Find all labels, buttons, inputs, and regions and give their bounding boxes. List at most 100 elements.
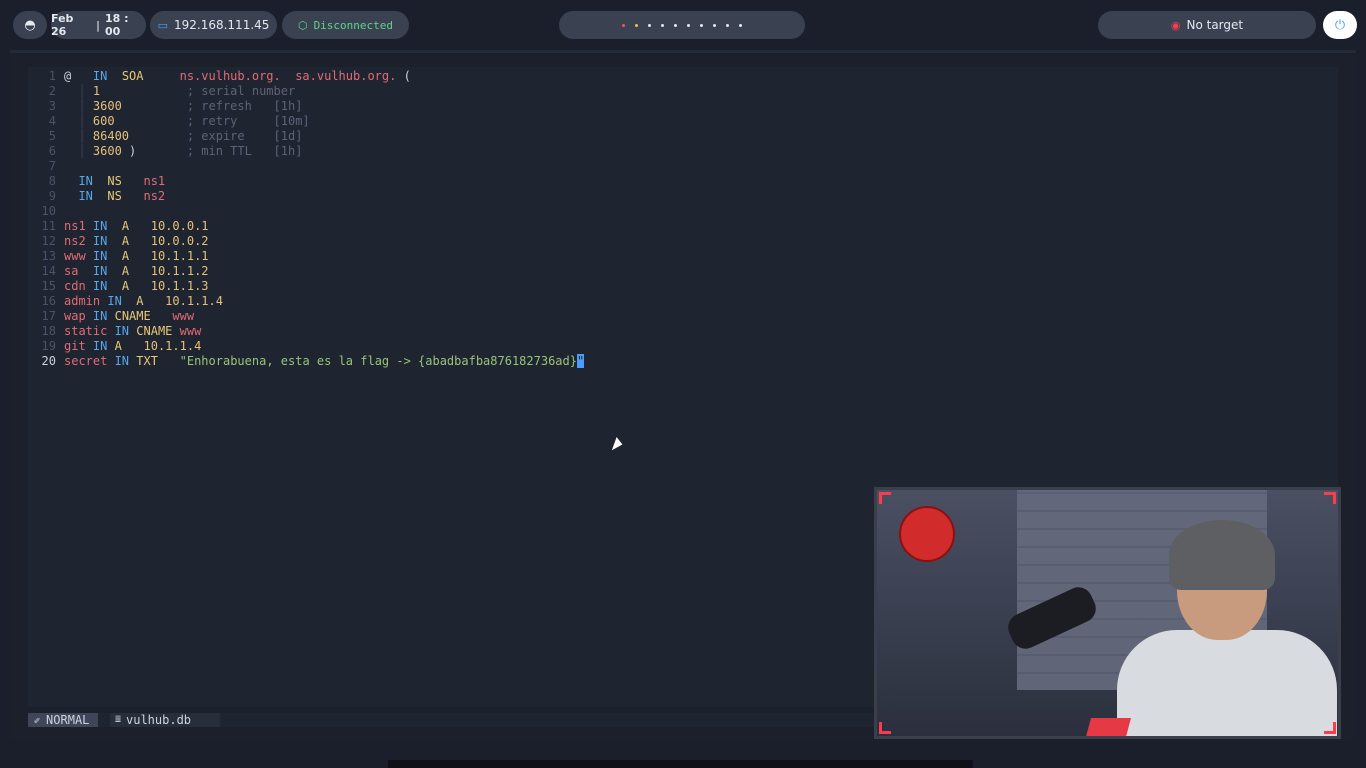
code-token: A (114, 339, 144, 353)
code-token: SOA (121, 69, 180, 83)
code-token: 10.1.1.3 (150, 279, 209, 293)
ip-widget[interactable]: ▭ 192.168.111.45 (150, 11, 277, 39)
code-token: secret (64, 354, 115, 368)
code-token: wap (64, 309, 93, 323)
power-icon: ⏻ (1334, 17, 1346, 33)
workspace-dot[interactable] (713, 23, 716, 27)
code-token: IN (92, 264, 122, 278)
code-token: │ (64, 99, 93, 113)
frame-corner (1324, 722, 1336, 734)
code-token: 600 (92, 114, 187, 128)
code-token: ; min TTL [1h] (186, 144, 303, 158)
code-line[interactable]: 8 IN NS ns1 (28, 174, 1338, 189)
code-token: A (121, 264, 151, 278)
brand-logo-icon (1082, 718, 1132, 736)
code-line[interactable]: 3 │ 3600 ; refresh [1h] (28, 99, 1338, 114)
code-token: IN (92, 249, 122, 263)
top-bar: ◓ Feb 26 | 18 : 00 ▭ 192.168.111.45 ⬡ Di… (0, 0, 1366, 50)
code-token: www (179, 324, 202, 338)
code-token: IN (78, 174, 108, 188)
workspace-dot[interactable] (700, 23, 703, 27)
code-token: A (121, 234, 151, 248)
ip-address: 192.168.111.45 (173, 18, 270, 32)
code-token: 10.1.1.2 (150, 264, 209, 278)
vim-icon: ✐ (34, 716, 47, 727)
line-number: 18 (41, 324, 56, 338)
code-line[interactable]: 14 sa IN A 10.1.1.2 (28, 264, 1338, 279)
line-number: 19 (41, 339, 56, 353)
workspace-dot[interactable] (726, 23, 729, 27)
code-token: ; expire [1d] (186, 129, 303, 143)
target-widget[interactable]: ◉ No target (1098, 11, 1316, 39)
code-line[interactable]: 4 │ 600 ; retry [10m] (28, 114, 1338, 129)
code-token: IN (78, 189, 108, 203)
code-token: IN (92, 339, 115, 353)
workspace-dot[interactable] (739, 23, 742, 27)
arch-logo-button[interactable]: ◓ (13, 11, 47, 39)
code-token: IN (107, 294, 137, 308)
line-number: 4 (48, 114, 56, 128)
code-editor[interactable]: 1 @ IN SOA ns.vulhub.org. sa.vulhub.org. … (28, 69, 1338, 369)
code-token: ( (403, 69, 411, 83)
code-token: 10.1.1.1 (150, 249, 209, 263)
code-line[interactable]: 15 cdn IN A 10.1.1.3 (28, 279, 1338, 294)
code-token: 3600 (92, 144, 130, 158)
code-line[interactable]: 20 secret IN TXT "Enhorabuena, esta es la… (28, 354, 1338, 369)
code-line[interactable]: 10 (28, 204, 1338, 219)
code-line[interactable]: 7 (28, 159, 1338, 174)
code-token: IN (92, 309, 115, 323)
code-line[interactable]: 16 admin IN A 10.1.1.4 (28, 294, 1338, 309)
code-line[interactable]: 5 │ 86400 ; expire [1d] (28, 129, 1338, 144)
hacker-avatar-icon (899, 506, 955, 562)
code-line[interactable]: 1 @ IN SOA ns.vulhub.org. sa.vulhub.org. … (28, 69, 1338, 84)
line-number: 12 (41, 234, 56, 248)
code-line[interactable]: 17 wap IN CNAME www (28, 309, 1338, 324)
code-token: www (172, 309, 195, 323)
code-line[interactable]: 2 │ 1 ; serial number (28, 84, 1338, 99)
power-button[interactable]: ⏻ (1323, 11, 1357, 39)
arch-logo-icon: ◓ (24, 17, 36, 33)
line-number: 1 (48, 69, 56, 83)
mode-text: NORMAL (46, 713, 90, 727)
line-number: 2 (48, 84, 56, 98)
frame-corner (879, 492, 891, 504)
code-line[interactable]: 11 ns1 IN A 10.0.0.1 (28, 219, 1338, 234)
code-token: "Enhorabuena, esta es la flag -> {abadba… (179, 354, 577, 368)
code-token: A (121, 249, 151, 263)
code-token: TXT (136, 354, 180, 368)
line-number: 8 (48, 174, 56, 188)
code-token: IN (114, 324, 137, 338)
code-token: ns2 (143, 189, 166, 203)
webcam-overlay (874, 487, 1341, 739)
text-cursor: " (576, 354, 585, 368)
code-token: @ (64, 69, 93, 83)
vpn-widget[interactable]: ⬡ Disconnected (282, 11, 409, 39)
code-line[interactable]: 13 www IN A 10.1.1.1 (28, 249, 1338, 264)
code-token: ; retry [10m] (186, 114, 310, 128)
workspace-dot[interactable] (674, 23, 677, 27)
code-line[interactable]: 12 ns2 IN A 10.0.0.2 (28, 234, 1338, 249)
line-number: 6 (48, 144, 56, 158)
code-token: IN (114, 354, 137, 368)
code-token: │ (64, 84, 93, 98)
workspace-dot[interactable] (635, 23, 638, 27)
code-token: 10.0.0.2 (150, 234, 209, 248)
target-text: No target (1186, 18, 1244, 32)
date-text: Feb 26 (51, 12, 74, 38)
frame-corner (1324, 492, 1336, 504)
code-token: 10.0.0.1 (150, 219, 209, 233)
code-line[interactable]: 18 static IN CNAME www (28, 324, 1338, 339)
code-line[interactable]: 9 IN NS ns2 (28, 189, 1338, 204)
workspace-dot[interactable] (661, 23, 664, 27)
workspace-dot[interactable] (687, 23, 690, 27)
code-token: 1 (92, 84, 187, 98)
code-token: sa (64, 264, 93, 278)
workspace-dot[interactable] (648, 23, 651, 27)
code-line[interactable]: 6 │ 3600 ) ; min TTL [1h] (28, 144, 1338, 159)
code-token: ns2 (64, 234, 93, 248)
code-token: NS (107, 174, 144, 188)
line-number: 3 (48, 99, 56, 113)
workspace-dot[interactable] (622, 23, 625, 27)
code-line[interactable]: 19 git IN A 10.1.1.4 (28, 339, 1338, 354)
line-number: 16 (41, 294, 56, 308)
